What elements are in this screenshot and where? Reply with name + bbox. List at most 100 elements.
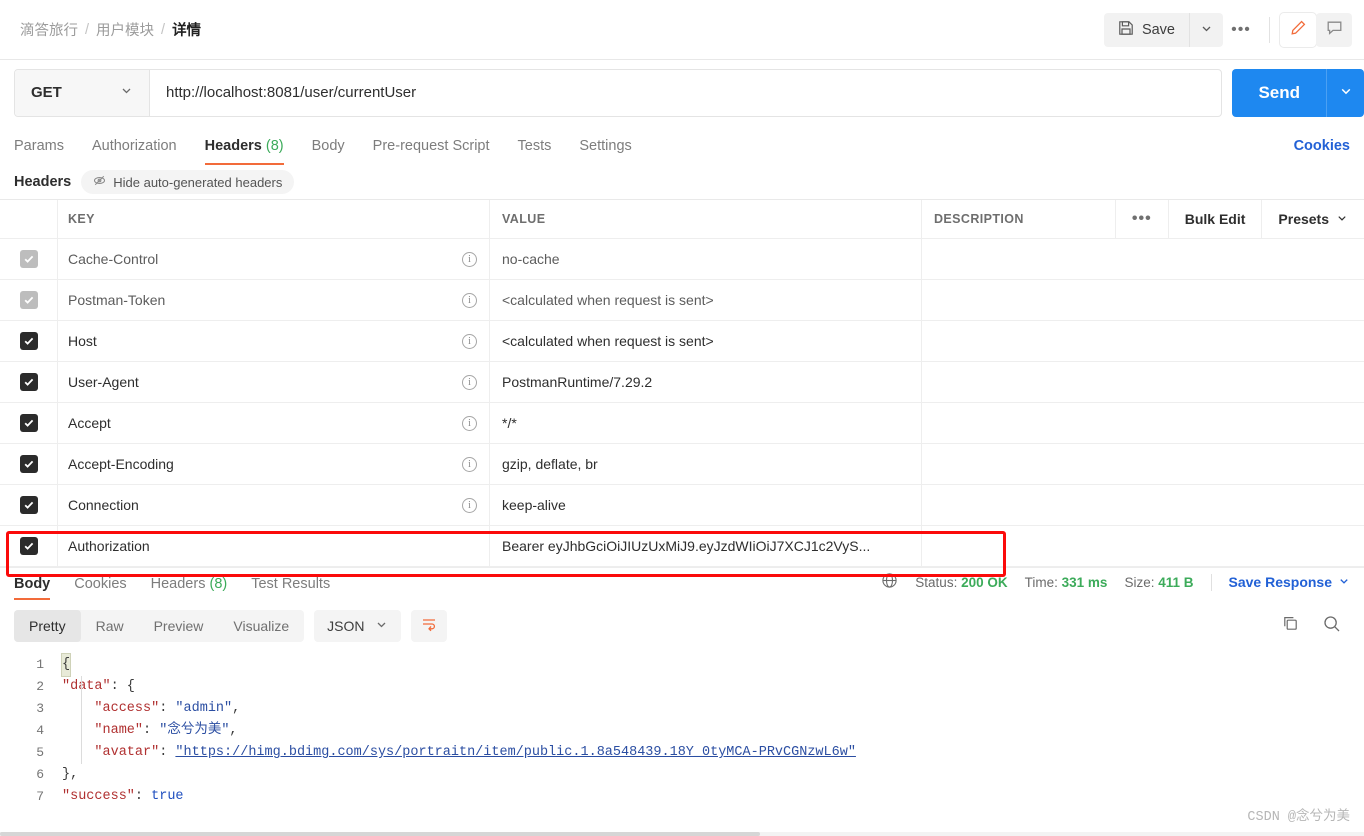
json-value-link[interactable]: "https://himg.bdimg.com/sys/portraitn/it…	[175, 745, 856, 760]
header-value-cell[interactable]: <calculated when request is sent>	[490, 321, 922, 361]
header-key-cell[interactable]: Postman-Token i	[58, 280, 490, 320]
request-url-input[interactable]	[150, 69, 1222, 116]
header-key-cell[interactable]: User-Agent i	[58, 362, 490, 402]
header-value-cell[interactable]: no-cache	[490, 239, 922, 279]
headers-more-button[interactable]: •••	[1114, 200, 1168, 238]
info-icon[interactable]: i	[462, 374, 477, 390]
header-value-cell[interactable]: PostmanRuntime/7.29.2	[490, 362, 922, 402]
tab-label: Body	[311, 138, 345, 154]
checkbox-checked-icon[interactable]	[19, 414, 38, 432]
header-key-cell[interactable]: Authorization	[58, 526, 490, 566]
checkbox-checked-disabled-icon[interactable]	[19, 291, 38, 309]
horizontal-scrollbar[interactable]	[0, 832, 1364, 836]
tab-authorization[interactable]: Authorization	[92, 138, 177, 165]
edit-request-button[interactable]	[1280, 12, 1316, 47]
checkbox-checked-icon[interactable]	[19, 332, 38, 350]
response-tab-cookies[interactable]: Cookies	[74, 576, 126, 600]
response-tab-label: Headers	[150, 576, 206, 592]
row-checkbox-cell[interactable]	[0, 485, 58, 525]
tab-params[interactable]: Params	[14, 138, 64, 165]
header-value-cell[interactable]: Bearer eyJhbGciOiJIUzUxMiJ9.eyJzdWIiOiJ7…	[490, 526, 922, 566]
table-row[interactable]: Host i <calculated when request is sent>	[0, 321, 1364, 362]
cookies-link[interactable]: Cookies	[1294, 138, 1350, 165]
view-mode-raw[interactable]: Raw	[81, 610, 139, 642]
table-row[interactable]: Postman-Token i <calculated when request…	[0, 280, 1364, 321]
row-checkbox-cell[interactable]	[0, 362, 58, 402]
checkbox-checked-icon[interactable]	[19, 537, 38, 555]
more-options-button[interactable]: •••	[1223, 13, 1259, 47]
header-key-cell[interactable]: Connection i	[58, 485, 490, 525]
checkbox-checked-icon[interactable]	[19, 455, 38, 473]
view-mode-visualize[interactable]: Visualize	[218, 610, 304, 642]
header-description-cell[interactable]	[922, 321, 1364, 361]
header-key-cell[interactable]: Host i	[58, 321, 490, 361]
http-method-select[interactable]: GET	[15, 69, 150, 116]
response-body-viewer[interactable]: 1 { 2 "data": { 3 "access": "admin", 4 "…	[0, 650, 1364, 836]
hide-auto-generated-headers-button[interactable]: Hide auto-generated headers	[81, 170, 295, 194]
header-description-cell[interactable]	[922, 362, 1364, 402]
response-tab-headers[interactable]: Headers (8)	[151, 576, 228, 600]
header-description-cell[interactable]	[922, 280, 1364, 320]
save-response-button[interactable]: Save Response	[1229, 574, 1351, 590]
breadcrumb-item-collection[interactable]: 滴答旅行	[20, 19, 78, 40]
header-description-cell[interactable]	[922, 444, 1364, 484]
send-dropdown-button[interactable]	[1326, 68, 1364, 117]
response-tab-test-results[interactable]: Test Results	[251, 576, 330, 600]
table-row[interactable]: Accept i */*	[0, 403, 1364, 444]
info-icon[interactable]: i	[462, 333, 477, 349]
tab-tests[interactable]: Tests	[518, 138, 552, 165]
response-language-select[interactable]: JSON	[314, 610, 401, 642]
line-number: 6	[36, 767, 44, 782]
table-row[interactable]: User-Agent i PostmanRuntime/7.29.2	[0, 362, 1364, 403]
table-row[interactable]: Connection i keep-alive	[0, 485, 1364, 526]
bulk-edit-label: Bulk Edit	[1184, 211, 1246, 227]
table-row-authorization[interactable]: Authorization Bearer eyJhbGciOiJIUzUxMiJ…	[0, 526, 1364, 567]
scrollbar-thumb[interactable]	[0, 832, 760, 836]
view-mode-pretty[interactable]: Pretty	[14, 610, 81, 642]
row-checkbox-cell[interactable]	[0, 280, 58, 320]
globe-icon[interactable]	[881, 572, 898, 592]
row-checkbox-cell[interactable]	[0, 321, 58, 361]
bulk-edit-button[interactable]: Bulk Edit	[1167, 200, 1262, 238]
info-icon[interactable]: i	[462, 456, 477, 472]
copy-icon[interactable]	[1281, 614, 1300, 638]
table-row[interactable]: Cache-Control i no-cache	[0, 239, 1364, 280]
tab-settings[interactable]: Settings	[579, 138, 631, 165]
checkbox-checked-disabled-icon[interactable]	[19, 250, 38, 268]
header-value-cell[interactable]: gzip, deflate, br	[490, 444, 922, 484]
view-mode-preview[interactable]: Preview	[139, 610, 219, 642]
word-wrap-button[interactable]	[410, 610, 447, 642]
row-checkbox-cell[interactable]	[0, 526, 58, 566]
save-dropdown-button[interactable]	[1189, 12, 1223, 47]
info-icon[interactable]: i	[462, 292, 477, 308]
info-icon[interactable]: i	[462, 415, 477, 431]
header-description-cell[interactable]	[922, 403, 1364, 443]
save-button[interactable]: Save	[1103, 12, 1189, 47]
tab-body[interactable]: Body	[312, 138, 345, 165]
header-value-cell[interactable]: <calculated when request is sent>	[490, 280, 922, 320]
tab-pre-request-script[interactable]: Pre-request Script	[373, 138, 490, 165]
checkbox-checked-icon[interactable]	[19, 496, 38, 514]
info-icon[interactable]: i	[462, 497, 477, 513]
header-value-cell[interactable]: keep-alive	[490, 485, 922, 525]
header-description-cell[interactable]	[922, 239, 1364, 279]
row-checkbox-cell[interactable]	[0, 403, 58, 443]
search-icon[interactable]	[1322, 614, 1342, 639]
response-tab-body[interactable]: Body	[14, 576, 51, 600]
comments-button[interactable]	[1316, 12, 1352, 47]
info-icon[interactable]: i	[462, 251, 477, 267]
header-key-cell[interactable]: Accept-Encoding i	[58, 444, 490, 484]
header-key-cell[interactable]: Accept i	[58, 403, 490, 443]
send-button[interactable]: Send	[1232, 68, 1326, 117]
breadcrumb-item-folder[interactable]: 用户模块	[96, 19, 154, 40]
checkbox-checked-icon[interactable]	[19, 373, 38, 391]
header-description-cell[interactable]	[922, 485, 1364, 525]
header-key-cell[interactable]: Cache-Control i	[58, 239, 490, 279]
tab-headers[interactable]: Headers (8)	[204, 138, 284, 165]
presets-button[interactable]: Presets	[1261, 200, 1364, 238]
header-description-cell[interactable]	[922, 526, 1364, 566]
row-checkbox-cell[interactable]	[0, 444, 58, 484]
table-row[interactable]: Accept-Encoding i gzip, deflate, br	[0, 444, 1364, 485]
header-value-cell[interactable]: */*	[490, 403, 922, 443]
row-checkbox-cell[interactable]	[0, 239, 58, 279]
